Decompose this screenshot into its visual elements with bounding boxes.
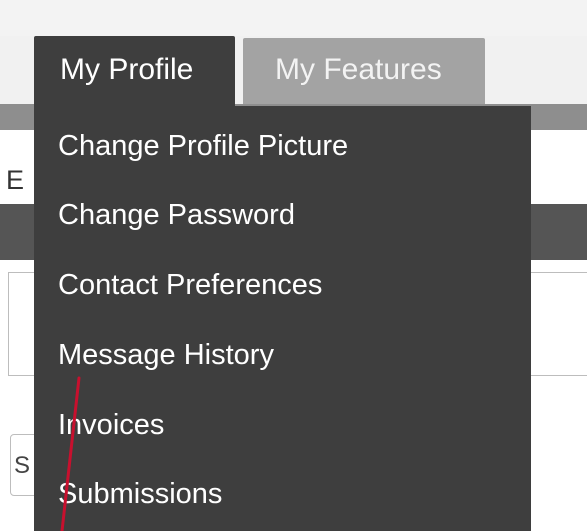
tab-my-profile[interactable]: My Profile (34, 36, 235, 106)
profile-dropdown-menu: Change Profile Picture Change Password C… (34, 106, 531, 531)
menu-item-change-profile-picture[interactable]: Change Profile Picture (58, 127, 348, 165)
menu-item-contact-preferences[interactable]: Contact Preferences (58, 266, 322, 304)
menu-item-change-password[interactable]: Change Password (58, 196, 295, 234)
header-strip (0, 0, 587, 36)
menu-item-invoices[interactable]: Invoices (58, 406, 164, 444)
background-select-text: S (14, 452, 31, 479)
background-label: E (6, 165, 25, 195)
tab-my-profile-label: My Profile (60, 53, 194, 86)
menu-item-submissions[interactable]: Submissions (58, 475, 222, 513)
menu-item-message-history[interactable]: Message History (58, 336, 274, 374)
tab-my-features[interactable]: My Features (243, 38, 485, 104)
tab-my-features-label: My Features (275, 53, 442, 86)
